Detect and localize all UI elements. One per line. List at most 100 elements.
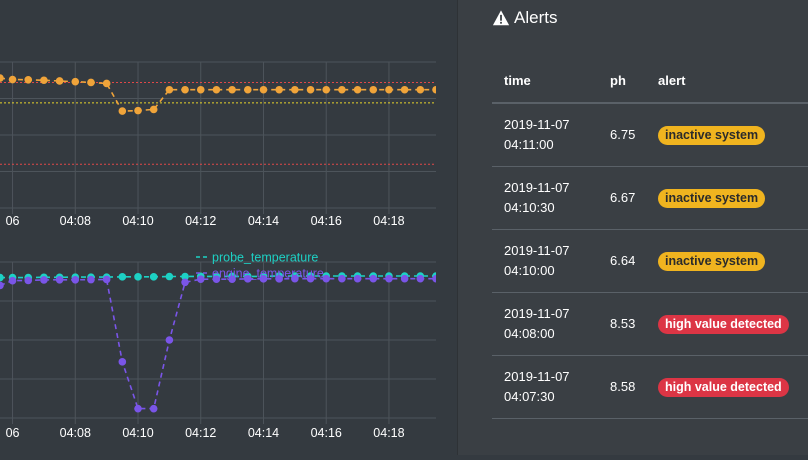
alert-ph: 8.53 xyxy=(598,292,646,356)
data-point xyxy=(369,85,378,94)
data-point xyxy=(416,85,425,94)
data-point xyxy=(24,276,33,285)
alert-time: 04:11:00 xyxy=(504,137,554,152)
data-point xyxy=(400,274,409,283)
alerts-table-header-row: time ph alert xyxy=(492,58,808,104)
data-point xyxy=(149,105,158,114)
alert-time: 04:10:30 xyxy=(504,200,555,215)
alert-cell: inactive system xyxy=(646,103,808,167)
alert-time-cell: 2019-11-07 04:11:00 xyxy=(492,103,598,167)
alert-ph: 6.75 xyxy=(598,103,646,167)
alerts-title: Alerts xyxy=(514,8,558,27)
alert-badge: high value detected xyxy=(658,378,789,397)
legend-label: engine_temperature xyxy=(212,267,324,281)
alert-row: 2019-11-07 04:11:00 6.75 inactive system xyxy=(492,103,808,167)
alert-badge: inactive system xyxy=(658,189,766,208)
data-point xyxy=(8,75,17,84)
data-point xyxy=(165,336,174,344)
alert-date: 2019-11-07 xyxy=(504,180,570,195)
data-point xyxy=(0,281,4,290)
data-point xyxy=(228,85,236,94)
data-point xyxy=(118,358,127,366)
data-point xyxy=(338,274,346,283)
data-point xyxy=(118,273,127,281)
x-tick-label: 04:08 xyxy=(60,426,91,440)
data-point xyxy=(243,85,252,94)
alert-cell: inactive system xyxy=(646,229,808,293)
alerts-header: Alerts xyxy=(492,6,557,30)
data-point xyxy=(291,85,299,94)
data-point xyxy=(322,85,331,94)
data-point xyxy=(181,278,189,287)
x-tick-label: 04:12 xyxy=(185,214,216,228)
alert-time-cell: 2019-11-07 04:10:00 xyxy=(492,229,598,293)
data-point xyxy=(385,85,393,94)
x-tick-label: 04:18 xyxy=(373,214,404,228)
x-tick-label: 04:14 xyxy=(248,214,279,228)
alerts-table: time ph alert 2019-11-07 04:11:00 6.75 inac… xyxy=(492,58,808,419)
alert-date: 2019-11-07 xyxy=(504,243,570,258)
data-point xyxy=(87,78,95,87)
data-point xyxy=(134,404,142,413)
data-point xyxy=(275,85,283,94)
data-point xyxy=(40,76,48,85)
data-point xyxy=(369,274,378,283)
series-line xyxy=(0,277,436,410)
alert-date: 2019-11-07 xyxy=(504,117,570,132)
charts-area: 06 04:08 04:10 04:12 04:14 04:16 04:18 06 04:08 0… xyxy=(0,0,440,455)
alert-date: 2019-11-07 xyxy=(504,369,570,384)
alert-cell: high value detected xyxy=(646,355,808,419)
data-point xyxy=(149,273,158,281)
warning-triangle-icon xyxy=(492,10,510,26)
data-point xyxy=(0,74,4,82)
alert-row: 2019-11-07 04:07:30 8.58 high value detecte… xyxy=(492,355,808,419)
data-point xyxy=(416,274,425,283)
x-tick-label: 06 xyxy=(6,214,20,228)
alerts-card: Alerts time ph alert 2019-11-07 04:11:00 6… xyxy=(473,0,808,450)
data-point xyxy=(149,404,158,413)
legend-label: probe_temperature xyxy=(212,251,318,265)
alert-row: 2019-11-07 04:10:00 6.64 inactive system xyxy=(492,229,808,293)
data-point xyxy=(71,275,80,284)
alert-ph: 6.64 xyxy=(598,229,646,293)
data-point xyxy=(102,275,111,284)
alert-time: 04:07:30 xyxy=(504,389,555,404)
alert-time-cell: 2019-11-07 04:10:30 xyxy=(492,166,598,230)
x-tick-label: 06 xyxy=(6,426,20,440)
data-point xyxy=(134,106,142,115)
alert-time-cell: 2019-11-07 04:07:30 xyxy=(492,355,598,419)
x-tick-label: 04:08 xyxy=(60,214,91,228)
data-point xyxy=(87,275,95,284)
x-tick-label: 04:14 xyxy=(248,426,279,440)
data-point xyxy=(259,85,268,94)
data-point xyxy=(338,85,346,94)
data-point xyxy=(134,273,142,281)
data-point xyxy=(165,272,174,281)
data-point xyxy=(71,77,80,86)
data-point xyxy=(24,76,33,84)
alert-badge: inactive system xyxy=(658,126,766,145)
alert-row: 2019-11-07 04:10:30 6.67 inactive system xyxy=(492,166,808,230)
x-tick-label: 04:12 xyxy=(185,426,216,440)
series-line xyxy=(0,77,436,112)
data-point xyxy=(102,79,111,88)
data-point xyxy=(196,275,205,283)
alert-row: 2019-11-07 04:08:00 8.53 high value detecte… xyxy=(492,292,808,356)
alert-time-cell: 2019-11-07 04:08:00 xyxy=(492,292,598,356)
data-point xyxy=(353,274,362,283)
x-tick-label: 04:16 xyxy=(311,426,342,440)
alert-badge: inactive system xyxy=(658,252,766,271)
alert-ph: 8.58 xyxy=(598,355,646,419)
alert-time: 04:10:00 xyxy=(504,263,555,278)
gutter xyxy=(436,0,458,455)
alert-time: 04:08:00 xyxy=(504,326,555,341)
alerts-panel: Alerts time ph alert 2019-11-07 04:11:00 6… xyxy=(458,0,808,455)
data-point xyxy=(118,107,127,115)
alert-date: 2019-11-07 xyxy=(504,306,570,321)
x-tick-label: 04:10 xyxy=(122,426,153,440)
data-point xyxy=(353,85,362,94)
column-header-ph: ph xyxy=(598,58,646,104)
x-tick-label: 04:10 xyxy=(122,214,153,228)
x-tick-label: 04:16 xyxy=(311,214,342,228)
x-tick-label: 04:18 xyxy=(373,426,404,440)
